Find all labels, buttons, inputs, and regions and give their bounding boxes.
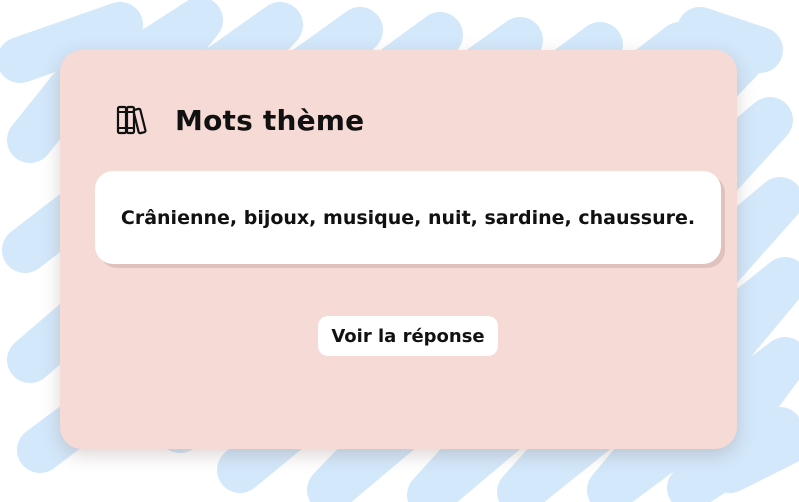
theme-card: Mots thème Crânienne, bijoux, musique, n…	[60, 50, 737, 449]
show-answer-button[interactable]: Voir la réponse	[318, 316, 498, 356]
card-header: Mots thème	[115, 102, 364, 138]
card-title: Mots thème	[175, 103, 365, 137]
theme-words-box: Crânienne, bijoux, musique, nuit, sardin…	[95, 171, 721, 264]
page: Mots thème Crânienne, bijoux, musique, n…	[0, 0, 799, 502]
books-icon	[115, 102, 151, 138]
theme-words-text: Crânienne, bijoux, musique, nuit, sardin…	[120, 206, 696, 229]
